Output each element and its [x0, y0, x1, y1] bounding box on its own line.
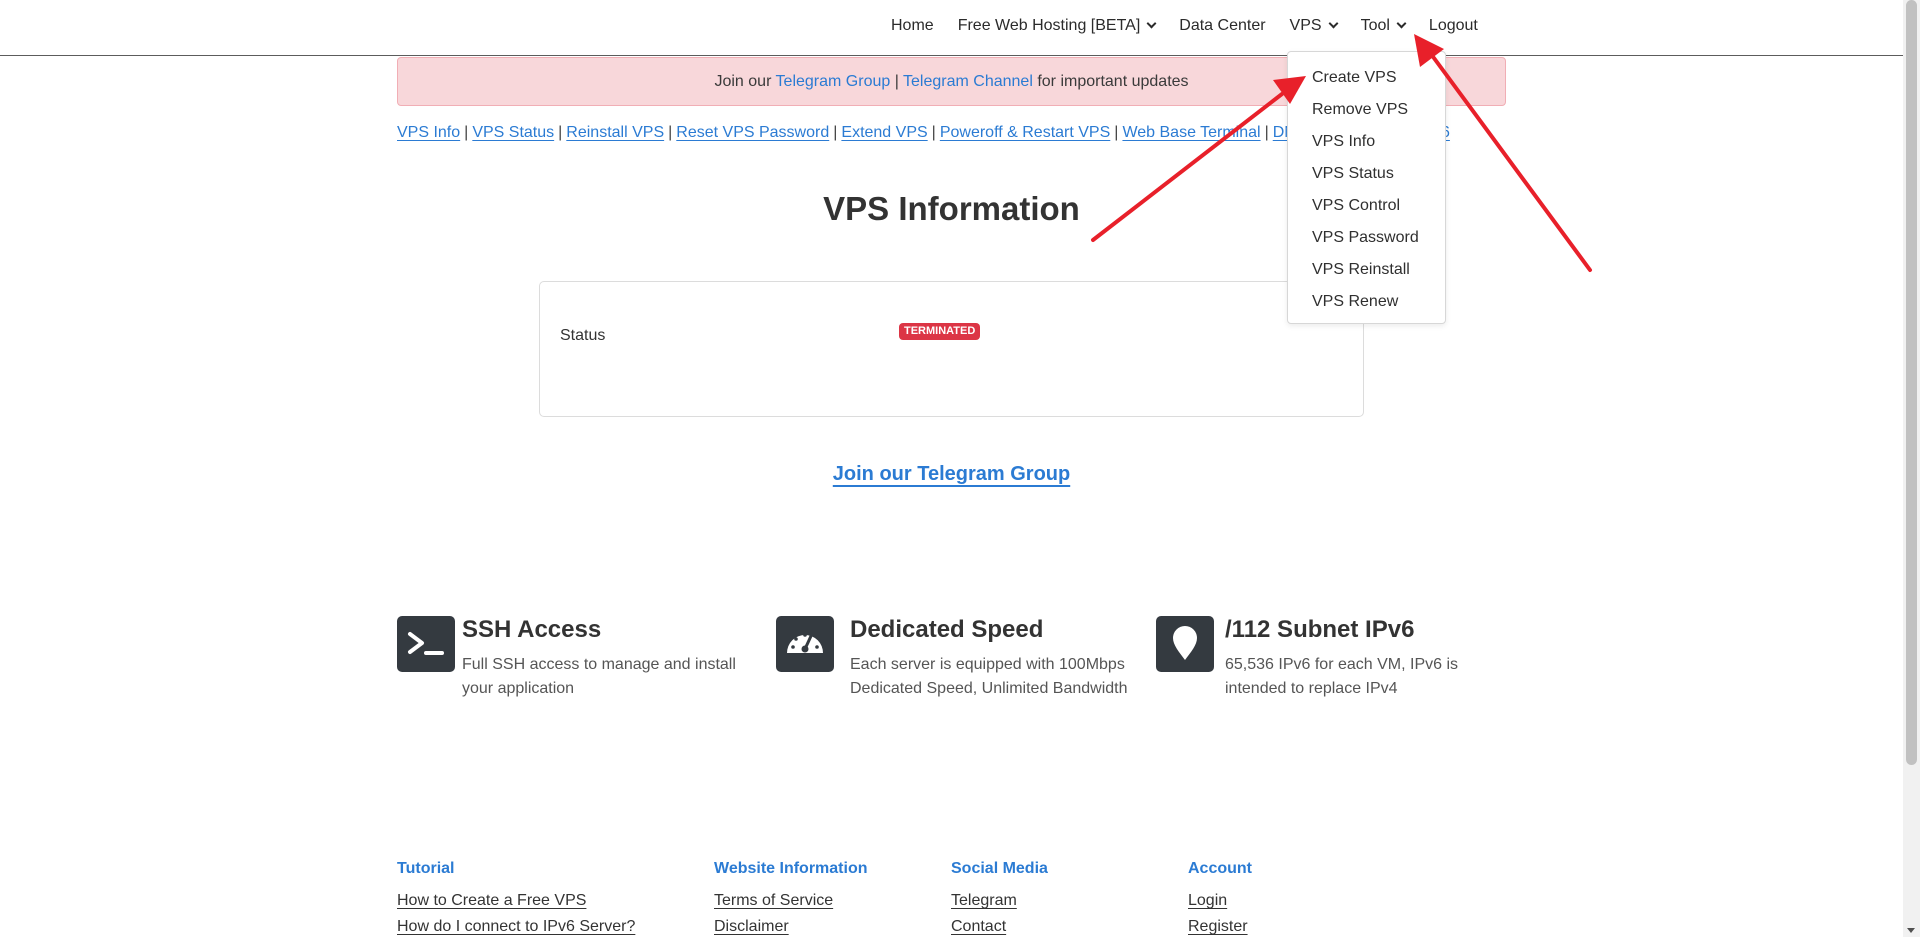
join-telegram-group-link[interactable]: Join our Telegram Group [833, 463, 1070, 485]
nav-vps-label: VPS [1289, 17, 1322, 34]
footer-link[interactable]: Register [1188, 918, 1252, 936]
nav-tool[interactable]: Tool [1360, 17, 1407, 35]
top-navbar: Home Free Web Hosting [BETA] Data Center… [0, 0, 1903, 56]
nav-home[interactable]: Home [891, 17, 934, 35]
subnav-separator: | [558, 124, 563, 141]
chevron-down-icon [1396, 18, 1407, 29]
vps-dropdown-menu: Create VPS Remove VPS VPS Info VPS Statu… [1287, 51, 1446, 324]
scroll-down-arrow-icon[interactable] [1907, 928, 1915, 933]
dropdown-item-vps-renew[interactable]: VPS Renew [1288, 286, 1445, 318]
footer-tutorial-column: Tutorial How to Create a Free VPS How do… [397, 860, 635, 937]
footer-social-column: Social Media Telegram Contact [951, 860, 1048, 937]
subnav-reinstall-vps[interactable]: Reinstall VPS [566, 124, 664, 141]
nav-free-hosting[interactable]: Free Web Hosting [BETA] [957, 17, 1157, 35]
status-badge: TERMINATED [899, 323, 981, 340]
vps-subnav-links: VPS Info | VPS Status | Reinstall VPS | Reset … [397, 124, 1331, 142]
alert-telegram-group-link[interactable]: Telegram Group [776, 73, 891, 90]
subnav-separator: | [1114, 124, 1119, 141]
alert-suffix-text: for important updates [1032, 73, 1189, 90]
footer-website-column: Website Information Terms of Service Dis… [714, 860, 868, 937]
nav-home-label: Home [891, 17, 934, 34]
subnav-extend-vps[interactable]: Extend VPS [841, 124, 927, 141]
subnav-web-base-terminal[interactable]: Web Base Terminal [1122, 124, 1260, 141]
footer-heading: Account [1188, 860, 1252, 877]
alert-telegram-channel-link[interactable]: Telegram Channel [903, 73, 1033, 90]
vertical-scrollbar[interactable] [1903, 0, 1920, 937]
subnav-separator: | [668, 124, 673, 141]
alert-prefix-text: Join our [714, 73, 776, 90]
footer-link[interactable]: Terms of Service [714, 892, 868, 910]
feature-description: 65,536 IPv6 for each VM, IPv6 is intende… [1225, 656, 1459, 697]
subnav-vps-info[interactable]: VPS Info [397, 124, 460, 141]
subnav-vps-status[interactable]: VPS Status [472, 124, 554, 141]
dropdown-item-vps-password[interactable]: VPS Password [1288, 222, 1445, 254]
nav-data-center-label: Data Center [1179, 17, 1266, 34]
nav-data-center[interactable]: Data Center [1179, 17, 1265, 35]
nav-logout-label: Logout [1428, 17, 1478, 34]
dropdown-item-vps-control[interactable]: VPS Control [1288, 190, 1445, 222]
footer-link[interactable]: Disclaimer [714, 918, 868, 936]
nav-logout[interactable]: Logout [1429, 17, 1478, 35]
footer-link[interactable]: Contact [951, 918, 1048, 936]
feature-description: Each server is equipped with 100Mbps Ded… [850, 656, 1128, 697]
footer-heading: Social Media [951, 860, 1048, 877]
nav-menu: Home Free Web Hosting [BETA] Data Center… [891, 17, 1478, 35]
dropdown-item-vps-reinstall[interactable]: VPS Reinstall [1288, 254, 1445, 286]
nav-vps[interactable]: VPS [1289, 17, 1339, 35]
location-pin-icon [1156, 616, 1214, 672]
subnav-reset-vps-password[interactable]: Reset VPS Password [676, 124, 829, 141]
subnav-separator: | [464, 124, 469, 141]
subnav-poweroff-restart-vps[interactable]: Poweroff & Restart VPS [940, 124, 1110, 141]
feature-title: SSH Access [462, 616, 602, 643]
footer-link[interactable]: How do I connect to IPv6 Server? [397, 918, 635, 936]
chevron-down-icon [1146, 18, 1157, 29]
speedometer-icon [776, 616, 834, 672]
nav-tool-label: Tool [1360, 17, 1390, 34]
subnav-separator: | [833, 124, 838, 141]
footer-link[interactable]: Login [1188, 892, 1252, 910]
dropdown-item-vps-info[interactable]: VPS Info [1288, 126, 1445, 158]
feature-description: Full SSH access to manage and install yo… [462, 656, 736, 697]
chevron-down-icon [1328, 18, 1339, 29]
feature-title: Dedicated Speed [850, 616, 1044, 643]
subnav-separator: | [1264, 124, 1269, 141]
dropdown-item-remove-vps[interactable]: Remove VPS [1288, 94, 1445, 126]
terminal-icon [397, 616, 455, 672]
dropdown-item-create-vps[interactable]: Create VPS [1288, 62, 1445, 94]
footer-heading: Website Information [714, 860, 868, 877]
nav-free-hosting-label: Free Web Hosting [BETA] [957, 17, 1141, 34]
status-label: Status [560, 327, 606, 344]
footer-link[interactable]: Telegram [951, 892, 1048, 910]
footer-account-column: Account Login Register [1188, 860, 1252, 937]
feature-title: /112 Subnet IPv6 [1225, 616, 1415, 643]
subnav-separator: | [931, 124, 936, 141]
telegram-group-cta: Join our Telegram Group [0, 463, 1903, 486]
scrollbar-thumb[interactable] [1906, 0, 1917, 765]
vps-info-card: Status TERMINATED [539, 281, 1364, 417]
page-title: VPS Information [823, 190, 1080, 227]
dropdown-item-vps-status[interactable]: VPS Status [1288, 158, 1445, 190]
alert-separator: | [890, 73, 904, 90]
footer-heading: Tutorial [397, 860, 455, 877]
footer-link[interactable]: How to Create a Free VPS [397, 892, 635, 910]
